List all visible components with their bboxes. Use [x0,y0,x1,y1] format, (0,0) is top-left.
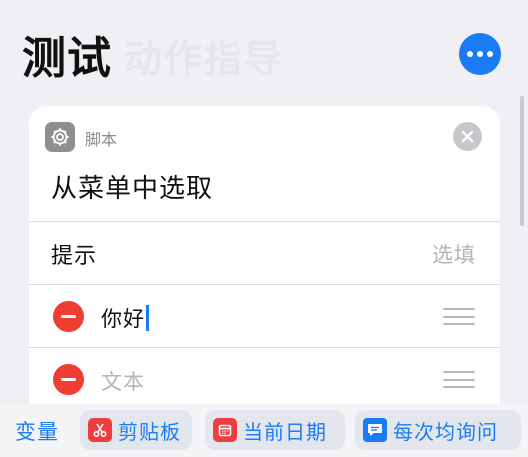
reorder-handle[interactable] [443,308,475,325]
page-title: 测试 [22,33,112,84]
close-icon [461,130,474,143]
reorder-handle[interactable] [443,371,475,388]
calendar-icon [213,418,237,442]
menu-item-row: 文本 [29,347,500,406]
scissors-icon [88,418,112,442]
variables-toolbar: 变量 剪贴板 当前日期 每次均询问 [0,404,528,457]
delete-item-button[interactable] [53,301,84,332]
ask-each-time-label: 每次均询问 [393,419,498,444]
ellipsis-icon [467,51,473,57]
menu-item-input[interactable]: 你好 [101,303,149,333]
action-card-header: 脚本 从菜单中选取 [29,106,500,221]
prompt-row[interactable]: 提示 选填 [29,221,500,283]
clipboard-label: 剪贴板 [118,419,181,444]
menu-item-row: 你好 [29,284,500,346]
prompt-label: 提示 [51,244,98,269]
menu-item-value: 你好 [101,307,145,331]
remove-action-button[interactable] [453,122,482,151]
variables-button[interactable]: 变量 [15,416,59,446]
action-category-label: 脚本 [85,130,118,149]
drag-handle-icon [443,371,475,373]
background-title: 动作指导 [124,37,285,81]
prompt-input[interactable]: 选填 [432,239,476,269]
current-date-label: 当前日期 [243,419,327,444]
speech-bubble-icon [363,418,387,442]
gear-icon [45,122,75,152]
header: 动作指导 测试 [0,0,528,100]
text-cursor [146,305,149,331]
drag-handle-icon [443,308,475,310]
choose-from-menu-action-card: 脚本 从菜单中选取 提示 选填 你好 文本 [29,106,500,406]
clipboard-variable-chip[interactable]: 剪贴板 [80,410,192,450]
delete-item-button[interactable] [53,364,84,395]
current-date-variable-chip[interactable]: 当前日期 [205,410,345,450]
more-button[interactable] [459,33,501,75]
scroll-indicator[interactable] [520,96,524,226]
menu-item-input[interactable]: 文本 [101,366,145,396]
minus-icon [61,378,76,381]
ask-each-time-variable-chip[interactable]: 每次均询问 [355,410,521,450]
action-title: 从菜单中选取 [51,174,214,204]
minus-icon [61,315,76,318]
